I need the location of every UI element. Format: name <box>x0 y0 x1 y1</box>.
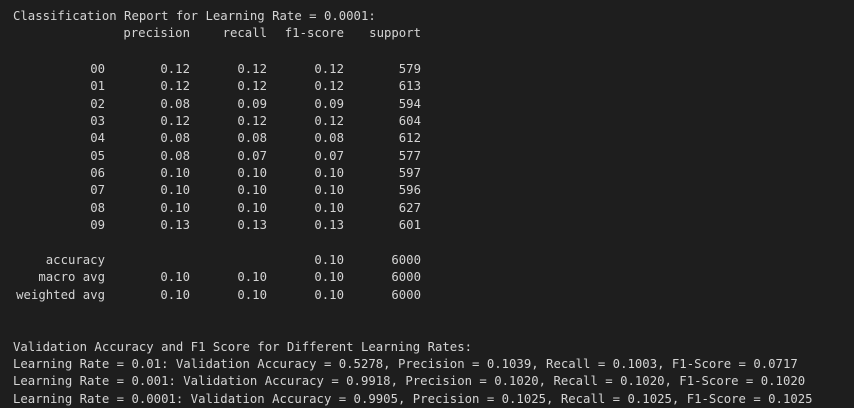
cell-support: 596 <box>398 183 421 197</box>
cell-f1: 0.08 <box>314 131 344 145</box>
cell-recall: 0.12 <box>237 114 267 128</box>
cell-recall: 0.12 <box>237 62 267 76</box>
cell-support: 6000 <box>391 288 421 302</box>
cell-precision: 0.13 <box>160 218 190 232</box>
cell-precision: 0.10 <box>160 270 190 284</box>
cell-f1: 0.10 <box>314 270 344 284</box>
cell-support: 579 <box>398 62 421 76</box>
validation-line-3: Learning Rate = 0.0001: Validation Accur… <box>13 392 813 406</box>
cell-recall: 0.12 <box>237 79 267 93</box>
cell-f1: 0.13 <box>314 218 344 232</box>
cell-label: 09 <box>90 218 105 232</box>
cell-f1: 0.12 <box>314 114 344 128</box>
cell-label: 02 <box>90 97 105 111</box>
cell-label: 01 <box>90 79 105 93</box>
cell-precision: 0.10 <box>160 201 190 215</box>
cell-label: 00 <box>90 62 105 76</box>
cell-support: 597 <box>398 166 421 180</box>
cell-support: 601 <box>398 218 421 232</box>
header-support: support <box>369 26 421 40</box>
cell-support: 577 <box>398 149 421 163</box>
cell-f1: 0.10 <box>314 288 344 302</box>
cell-label: 06 <box>90 166 105 180</box>
cell-precision: 0.08 <box>160 97 190 111</box>
cell-support: 594 <box>398 97 421 111</box>
cell-label: macro avg <box>38 270 105 284</box>
cell-label: 03 <box>90 114 105 128</box>
header-f1-score: f1-score <box>284 26 344 40</box>
cell-precision: 0.12 <box>160 114 190 128</box>
cell-output: Classification Report for Learning Rate … <box>0 0 854 408</box>
cell-precision: 0.10 <box>160 183 190 197</box>
cell-label: 07 <box>90 183 105 197</box>
cell-support: 604 <box>398 114 421 128</box>
cell-precision: 0.10 <box>160 166 190 180</box>
cell-f1: 0.07 <box>314 149 344 163</box>
cell-precision: 0.12 <box>160 62 190 76</box>
cell-recall: 0.10 <box>237 270 267 284</box>
cell-f1: 0.09 <box>314 97 344 111</box>
cell-recall: 0.09 <box>237 97 267 111</box>
cell-precision: 0.10 <box>160 288 190 302</box>
validation-title: Validation Accuracy and F1 Score for Dif… <box>13 340 473 354</box>
cell-f1: 0.10 <box>314 201 344 215</box>
header-recall: recall <box>222 26 267 40</box>
cell-recall: 0.07 <box>237 149 267 163</box>
cell-label: 05 <box>90 149 105 163</box>
header-precision: precision <box>123 26 190 40</box>
report-title: Classification Report for Learning Rate … <box>13 9 376 23</box>
cell-f1: 0.12 <box>314 62 344 76</box>
cell-recall <box>212 252 267 269</box>
cell-recall: 0.10 <box>237 201 267 215</box>
cell-support: 6000 <box>391 270 421 284</box>
cell-f1: 0.10 <box>314 253 344 267</box>
cell-precision <box>112 252 190 269</box>
cell-f1: 0.12 <box>314 79 344 93</box>
cell-precision: 0.08 <box>160 131 190 145</box>
cell-support: 6000 <box>391 253 421 267</box>
cell-label: 08 <box>90 201 105 215</box>
cell-recall: 0.10 <box>237 183 267 197</box>
validation-line-1: Learning Rate = 0.01: Validation Accurac… <box>13 357 798 371</box>
cell-support: 612 <box>398 131 421 145</box>
cell-f1: 0.10 <box>314 183 344 197</box>
validation-line-2: Learning Rate = 0.001: Validation Accura… <box>13 374 806 388</box>
cell-label: 04 <box>90 131 105 145</box>
cell-recall: 0.10 <box>237 288 267 302</box>
cell-f1: 0.10 <box>314 166 344 180</box>
cell-support: 627 <box>398 201 421 215</box>
cell-precision: 0.08 <box>160 149 190 163</box>
cell-precision: 0.12 <box>160 79 190 93</box>
cell-label: accuracy <box>45 253 105 267</box>
cell-label: weighted avg <box>16 288 105 302</box>
cell-support: 613 <box>398 79 421 93</box>
cell-recall: 0.08 <box>237 131 267 145</box>
cell-recall: 0.13 <box>237 218 267 232</box>
cell-recall: 0.10 <box>237 166 267 180</box>
